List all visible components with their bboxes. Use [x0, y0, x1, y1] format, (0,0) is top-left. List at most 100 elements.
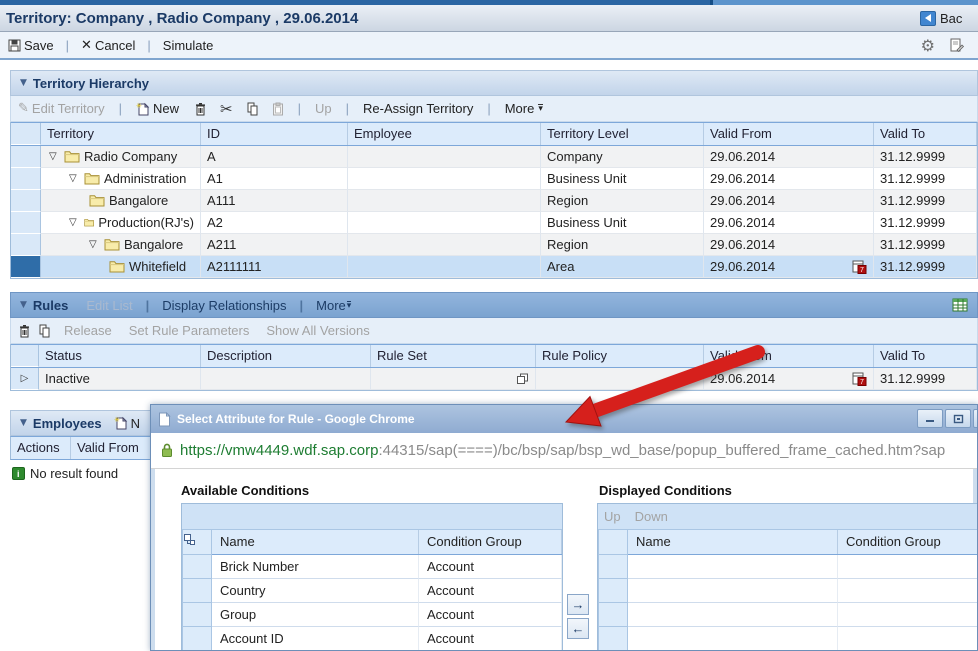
table-row[interactable]: ▽ Bangalore A211 Region 29.06.2014 31.12… [11, 234, 977, 256]
row-selector[interactable] [11, 234, 41, 256]
expand-open-icon[interactable]: ▽ [69, 168, 84, 189]
col-territory[interactable]: Territory [41, 123, 201, 145]
display-relationships-button[interactable]: Display Relationships [162, 298, 286, 313]
minimize-button[interactable] [917, 409, 943, 428]
row-selector[interactable] [182, 579, 212, 603]
col-status[interactable]: Status [39, 345, 201, 367]
up-button[interactable]: Up [315, 101, 332, 116]
delete-icon[interactable] [18, 324, 31, 338]
row-expander[interactable]: ▷ [11, 368, 39, 390]
back-button[interactable]: Bac [920, 11, 972, 26]
date-picker-icon[interactable]: 7 [852, 260, 867, 274]
col-condition-group[interactable]: Condition Group [838, 530, 978, 554]
table-row[interactable]: ▽ Administration A1 Business Unit 29.06.… [11, 168, 977, 190]
col-actions[interactable]: Actions [11, 437, 71, 459]
popup-titlebar[interactable]: Select Attribute for Rule - Google Chrom… [151, 405, 977, 433]
up-button[interactable]: Up [604, 509, 621, 524]
collapse-icon[interactable]: ▼ [20, 418, 27, 428]
row-selector[interactable] [598, 579, 628, 603]
maximize-button[interactable] [945, 409, 971, 428]
col-rule-policy[interactable]: Rule Policy [536, 345, 704, 367]
edit-territory-button[interactable]: ✎ Edit Territory [18, 101, 105, 116]
paste-icon[interactable] [272, 102, 284, 116]
edit-list-button[interactable]: Edit List [86, 298, 132, 313]
col-rule-set[interactable]: Rule Set [371, 345, 536, 367]
row-selector[interactable] [11, 146, 41, 168]
release-button[interactable]: Release [64, 323, 112, 338]
row-selector[interactable] [598, 627, 628, 651]
rule-row[interactable]: ▷ Inactive 29.06.2014 7 31.12.9999 [11, 368, 977, 390]
condition-row[interactable]: Group Account [182, 603, 562, 627]
col-id[interactable]: ID [201, 123, 348, 145]
collapse-icon[interactable]: ▼ [20, 300, 27, 310]
copy-icon[interactable] [246, 102, 259, 116]
delete-icon[interactable] [194, 102, 207, 116]
show-all-versions-button[interactable]: Show All Versions [266, 323, 369, 338]
simulate-button[interactable]: Simulate [163, 38, 214, 53]
empty-row[interactable] [598, 603, 978, 627]
empty-row[interactable] [598, 627, 978, 651]
row-selector[interactable] [11, 168, 41, 190]
row-selector[interactable] [182, 627, 212, 651]
collapse-icon[interactable]: ▼ [20, 78, 27, 88]
expand-open-icon[interactable]: ▽ [49, 146, 64, 167]
empty-row[interactable] [598, 579, 978, 603]
expand-closed-icon[interactable]: ▷ [21, 368, 29, 389]
empty-row[interactable] [598, 555, 978, 579]
cancel-button[interactable]: ✕ Cancel [81, 38, 135, 53]
expand-open-icon[interactable]: ▽ [89, 234, 104, 255]
col-condition-group[interactable]: Condition Group [419, 530, 562, 554]
select-all-cell[interactable] [598, 530, 628, 555]
col-valid-from[interactable]: Valid From [704, 345, 874, 367]
reassign-territory-button[interactable]: Re-Assign Territory [363, 101, 473, 116]
table-row[interactable]: Bangalore A111 Region 29.06.2014 31.12.9… [11, 190, 977, 212]
new-button[interactable]: ✳ New [136, 101, 179, 116]
row-selector[interactable] [598, 603, 628, 627]
col-valid-to[interactable]: Valid To [874, 123, 977, 145]
page-title: Territory: Company , Radio Company , 29.… [6, 10, 358, 27]
row-selector[interactable] [11, 190, 41, 212]
table-row[interactable]: ▽ Radio Company A Company 29.06.2014 31.… [11, 146, 977, 168]
col-description[interactable]: Description [201, 345, 371, 367]
expand-open-icon[interactable]: ▽ [69, 212, 84, 233]
gear-icon[interactable]: ⚙ [921, 36, 935, 55]
condition-row[interactable]: Brick Number Account [182, 555, 562, 579]
cut-icon[interactable]: ✂ [220, 100, 233, 118]
copy-icon[interactable] [38, 324, 51, 338]
multi-select-icon[interactable] [182, 530, 212, 555]
col-employee[interactable]: Employee [348, 123, 541, 145]
table-row-selected[interactable]: Whitefield A2111111 Area 29.06.2014 7 31… [11, 256, 977, 278]
export-table-icon[interactable] [952, 298, 968, 312]
col-name[interactable]: Name [212, 530, 419, 554]
select-all-cell[interactable] [11, 345, 39, 367]
move-left-button[interactable]: ← [567, 618, 589, 639]
value-help-icon[interactable] [516, 373, 529, 385]
employees-new-button[interactable]: ✳ N [114, 416, 140, 431]
url-bar[interactable]: https://vmw4449.wdf.sap.corp:44315/sap(=… [151, 433, 977, 469]
col-name[interactable]: Name [628, 530, 838, 554]
row-selector[interactable] [182, 603, 212, 627]
table-row[interactable]: ▽ Production(RJ's) A2 Business Unit 29.0… [11, 212, 977, 234]
col-valid-from[interactable]: Valid From [71, 437, 152, 459]
set-rule-parameters-button[interactable]: Set Rule Parameters [129, 323, 250, 338]
more-button[interactable]: More ▾ [505, 101, 543, 116]
row-selector[interactable] [182, 555, 212, 579]
condition-row[interactable]: Country Account [182, 579, 562, 603]
col-valid-from[interactable]: Valid From [704, 123, 874, 145]
row-selector[interactable] [598, 555, 628, 579]
rules-more-button[interactable]: More ▾ [316, 298, 351, 313]
padlock-icon[interactable] [161, 443, 173, 458]
available-conditions-table: Name Condition Group Brick Number Accoun… [181, 503, 563, 651]
save-button[interactable]: Save [8, 38, 54, 53]
personalize-icon[interactable] [949, 38, 964, 53]
select-all-cell[interactable] [11, 123, 41, 145]
row-selector[interactable] [11, 256, 41, 278]
col-valid-to[interactable]: Valid To [874, 345, 977, 367]
move-right-button[interactable]: → [567, 594, 589, 615]
condition-row[interactable]: Account ID Account [182, 627, 562, 651]
down-button[interactable]: Down [635, 509, 668, 524]
col-territory-level[interactable]: Territory Level [541, 123, 704, 145]
close-button[interactable] [973, 409, 978, 428]
row-selector[interactable] [11, 212, 41, 234]
date-picker-icon[interactable]: 7 [852, 372, 867, 386]
